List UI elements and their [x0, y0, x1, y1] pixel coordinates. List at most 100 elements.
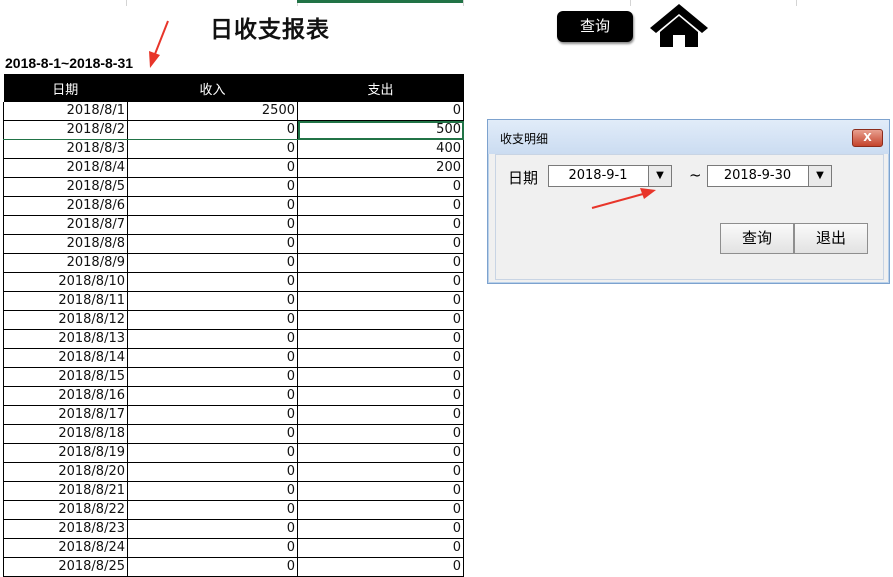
cell-income[interactable]: 0 — [127, 253, 298, 273]
cell-income[interactable]: 0 — [127, 272, 298, 292]
cell-expense[interactable]: 200 — [297, 158, 464, 178]
cell-date[interactable]: 2018/8/21 — [3, 481, 128, 501]
table-row: 2018/8/23 0 0 — [3, 519, 464, 539]
column-header-income: 收入 — [127, 74, 298, 102]
gridline — [463, 0, 464, 6]
cell-expense[interactable]: 0 — [297, 234, 464, 254]
cell-income[interactable]: 0 — [127, 177, 298, 197]
cell-date[interactable]: 2018/8/14 — [3, 348, 128, 368]
cell-date[interactable]: 2018/8/18 — [3, 424, 128, 444]
cell-expense[interactable]: 400 — [297, 139, 464, 159]
cell-date[interactable]: 2018/8/12 — [3, 310, 128, 330]
home-icon[interactable] — [648, 2, 710, 48]
cell-expense[interactable]: 0 — [297, 405, 464, 425]
table-row: 2018/8/20 0 0 — [3, 462, 464, 482]
cell-expense[interactable]: 0 — [297, 329, 464, 349]
dialog-body: 日期 2018-9-1 ▼ ~ 2018-9-30 ▼ 查询 退出 — [495, 154, 884, 280]
cell-date[interactable]: 2018/8/19 — [3, 443, 128, 463]
cell-income[interactable]: 0 — [127, 481, 298, 501]
cell-income[interactable]: 0 — [127, 367, 298, 387]
cell-date[interactable]: 2018/8/17 — [3, 405, 128, 425]
cell-income[interactable]: 0 — [127, 405, 298, 425]
cell-income[interactable]: 0 — [127, 139, 298, 159]
end-date-combo[interactable]: 2018-9-30 ▼ — [707, 165, 832, 187]
cell-date[interactable]: 2018/8/24 — [3, 538, 128, 558]
cell-date[interactable]: 2018/8/20 — [3, 462, 128, 482]
cell-expense[interactable]: 0 — [297, 177, 464, 197]
cell-income[interactable]: 0 — [127, 329, 298, 349]
cell-expense[interactable]: 0 — [297, 367, 464, 387]
cell-expense[interactable]: 0 — [297, 348, 464, 368]
cell-expense[interactable]: 0 — [297, 272, 464, 292]
cell-expense[interactable]: 0 — [297, 481, 464, 501]
cell-income[interactable]: 0 — [127, 234, 298, 254]
cell-expense[interactable]: 0 — [297, 462, 464, 482]
cell-date[interactable]: 2018/8/13 — [3, 329, 128, 349]
cell-income[interactable]: 0 — [127, 196, 298, 216]
table-row: 2018/8/18 0 0 — [3, 424, 464, 444]
cell-expense[interactable]: 0 — [297, 519, 464, 539]
cell-expense[interactable]: 0 — [297, 557, 464, 577]
dialog-titlebar[interactable]: 收支明细 X — [488, 120, 889, 154]
cell-date[interactable]: 2018/8/10 — [3, 272, 128, 292]
cell-expense[interactable]: 0 — [297, 102, 464, 121]
cell-date[interactable]: 2018/8/8 — [3, 234, 128, 254]
cell-income[interactable]: 0 — [127, 462, 298, 482]
table-row: 2018/8/10 0 0 — [3, 272, 464, 292]
cell-date[interactable]: 2018/8/22 — [3, 500, 128, 520]
cell-income[interactable]: 2500 — [127, 102, 298, 121]
cell-expense[interactable]: 0 — [297, 424, 464, 444]
query-button[interactable]: 查询 — [557, 11, 633, 42]
cell-expense[interactable]: 0 — [297, 443, 464, 463]
exit-button[interactable]: 退出 — [794, 223, 868, 254]
selected-column-indicator — [297, 0, 463, 3]
cell-date[interactable]: 2018/8/25 — [3, 557, 128, 577]
cell-income[interactable]: 0 — [127, 519, 298, 539]
cell-income[interactable]: 0 — [127, 291, 298, 311]
cell-income[interactable]: 0 — [127, 386, 298, 406]
table-row: 2018/8/4 0 200 — [3, 158, 464, 178]
cell-expense[interactable]: 0 — [297, 386, 464, 406]
cell-date[interactable]: 2018/8/23 — [3, 519, 128, 539]
cell-date[interactable]: 2018/8/2 — [3, 120, 128, 140]
cell-date[interactable]: 2018/8/9 — [3, 253, 128, 273]
cell-date[interactable]: 2018/8/11 — [3, 291, 128, 311]
start-date-combo[interactable]: 2018-9-1 ▼ — [548, 165, 672, 187]
cell-date[interactable]: 2018/8/15 — [3, 367, 128, 387]
cell-date[interactable]: 2018/8/3 — [3, 139, 128, 159]
table-row: 2018/8/5 0 0 — [3, 177, 464, 197]
cell-income[interactable]: 0 — [127, 120, 298, 140]
start-date-value[interactable]: 2018-9-1 — [549, 166, 647, 186]
cell-date[interactable]: 2018/8/6 — [3, 196, 128, 216]
chevron-down-icon[interactable]: ▼ — [808, 166, 831, 186]
cell-expense[interactable]: 0 — [297, 538, 464, 558]
cell-date[interactable]: 2018/8/5 — [3, 177, 128, 197]
cell-expense[interactable]: 500 — [297, 120, 464, 140]
cell-income[interactable]: 0 — [127, 158, 298, 178]
cell-expense[interactable]: 0 — [297, 500, 464, 520]
cell-expense[interactable]: 0 — [297, 253, 464, 273]
cell-date[interactable]: 2018/8/4 — [3, 158, 128, 178]
cell-income[interactable]: 0 — [127, 538, 298, 558]
table-row: 2018/8/2 0 500 — [3, 120, 464, 140]
cell-income[interactable]: 0 — [127, 557, 298, 577]
end-date-value[interactable]: 2018-9-30 — [708, 166, 807, 186]
cell-expense[interactable]: 0 — [297, 291, 464, 311]
cell-expense[interactable]: 0 — [297, 215, 464, 235]
table-row: 2018/8/9 0 0 — [3, 253, 464, 273]
chevron-down-icon[interactable]: ▼ — [648, 166, 671, 186]
cell-date[interactable]: 2018/8/16 — [3, 386, 128, 406]
cell-expense[interactable]: 0 — [297, 196, 464, 216]
cell-income[interactable]: 0 — [127, 348, 298, 368]
cell-income[interactable]: 0 — [127, 215, 298, 235]
cell-income[interactable]: 0 — [127, 424, 298, 444]
cell-income[interactable]: 0 — [127, 443, 298, 463]
cell-income[interactable]: 0 — [127, 310, 298, 330]
close-icon[interactable]: X — [852, 129, 883, 147]
cell-expense[interactable]: 0 — [297, 310, 464, 330]
dialog-query-button[interactable]: 查询 — [720, 223, 794, 254]
cell-date[interactable]: 2018/8/7 — [3, 215, 128, 235]
cell-date[interactable]: 2018/8/1 — [3, 102, 128, 121]
cell-income[interactable]: 0 — [127, 500, 298, 520]
table-row: 2018/8/25 0 0 — [3, 557, 464, 577]
